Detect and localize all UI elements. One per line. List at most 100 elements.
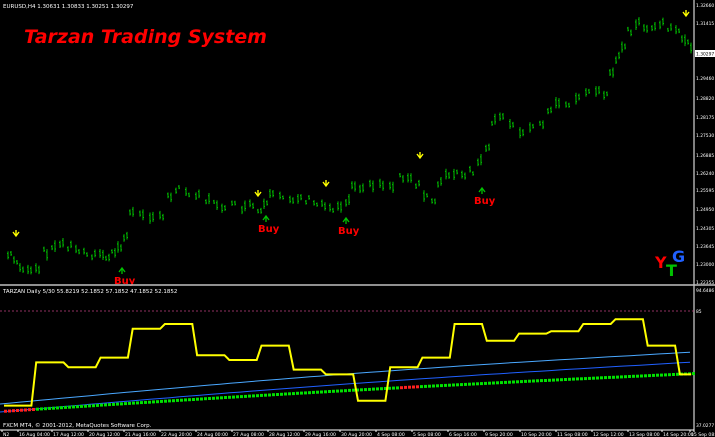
fast-line-dot — [124, 402, 127, 406]
logo-g: G — [672, 247, 685, 266]
fast-line-dot — [16, 409, 19, 412]
fast-line-dot — [560, 378, 563, 382]
fast-line-dot — [152, 400, 155, 404]
buy-signal-label: Buy — [258, 224, 280, 235]
fast-line-dot — [144, 400, 147, 404]
fast-line-dot — [216, 396, 219, 400]
fast-line-dot — [232, 395, 235, 399]
indicator-level-85: 85 — [696, 309, 702, 315]
fast-line-dot — [404, 385, 407, 389]
fast-line-dot — [484, 381, 487, 385]
fast-line-dot — [28, 408, 31, 412]
fast-line-dot — [520, 380, 523, 384]
time-label: 17 Aug 12:00 — [53, 432, 84, 437]
fast-line-dot — [568, 377, 571, 381]
fast-line-dot — [440, 384, 443, 388]
fast-line-dot — [408, 385, 411, 389]
fast-line-dot — [108, 403, 111, 407]
time-label: 24 Aug 00:00 — [197, 432, 228, 437]
price-level-label: 1.24950 — [696, 207, 714, 213]
fast-line-dot — [576, 377, 579, 381]
fast-line-dot — [532, 379, 535, 383]
price-level-label: 1.32660 — [696, 3, 714, 9]
fast-line-dot — [660, 373, 663, 377]
fast-line-dot — [544, 379, 547, 382]
fast-line-dot — [32, 408, 35, 411]
fast-line-dot — [312, 390, 315, 394]
fast-line-dot — [284, 392, 287, 396]
time-label: 9 Sep 20:00 — [485, 432, 513, 437]
fast-line-dot — [20, 408, 23, 412]
fast-line-dot — [460, 383, 463, 387]
fast-line-dot — [168, 399, 171, 403]
time-label: N2 — [3, 432, 9, 437]
fast-line-dot — [64, 405, 67, 409]
fast-line-dot — [76, 405, 79, 409]
fast-line-dot — [344, 389, 347, 393]
fast-line-dot — [528, 379, 531, 383]
fast-line-dot — [336, 389, 339, 393]
fast-line-dot — [60, 406, 63, 410]
indicator-level-top: 94.6486 — [696, 288, 714, 294]
fast-line-dot — [512, 380, 515, 384]
fast-line-dot — [552, 378, 555, 382]
fast-line-dot — [72, 405, 75, 409]
fast-line-dot — [468, 382, 471, 386]
fast-line-dot — [180, 398, 183, 402]
fast-line-dot — [272, 393, 275, 397]
price-level-label: 1.29460 — [696, 76, 714, 82]
fast-line-dot — [448, 383, 451, 387]
time-label: 12 Sep 12:00 — [593, 432, 624, 437]
fast-line-dot — [332, 389, 335, 393]
fast-line-dot — [48, 406, 51, 410]
fast-line-dot — [372, 387, 375, 391]
fast-line-dot — [84, 404, 87, 408]
fast-line-dot — [604, 376, 607, 380]
price-level-label: 1.27530 — [696, 133, 714, 139]
price-chart-pane[interactable]: EURUSD,H4 1.30631 1.30833 1.30251 1.3029… — [0, 0, 694, 287]
fast-line-dot — [400, 386, 403, 390]
price-level-label: 1.23645 — [696, 244, 714, 250]
fast-line-dot — [412, 385, 415, 389]
fast-line-dot — [256, 394, 259, 398]
fast-line-dot — [600, 376, 603, 380]
fast-line-dot — [648, 374, 651, 378]
current-price: 1.30297 — [696, 52, 714, 58]
fast-line-dot — [424, 384, 427, 388]
fast-line-dot — [668, 373, 671, 377]
fast-line-dot — [324, 390, 327, 394]
fast-line-dot — [52, 406, 55, 410]
fast-line-dot — [304, 391, 307, 395]
price-level-label: 1.23000 — [696, 262, 714, 268]
buy-signal-label: Buy — [338, 226, 360, 237]
price-level-label: 1.25595 — [696, 188, 714, 194]
time-label: 5 Sep 08:00 — [413, 432, 441, 437]
time-label: 22 Aug 20:00 — [161, 432, 192, 437]
trading-chart-window[interactable]: EURUSD,H4 1.30631 1.30833 1.30251 1.3029… — [0, 0, 715, 437]
fast-line-dot — [464, 382, 467, 386]
fast-line-dot — [264, 393, 267, 397]
fast-line-dot — [584, 377, 587, 381]
fast-line-dot — [392, 386, 395, 390]
fast-line-dot — [100, 403, 103, 407]
fast-line-dot — [364, 388, 367, 392]
price-level-label: 1.24305 — [696, 226, 714, 232]
fast-line-dot — [176, 398, 179, 402]
fast-line-dot — [148, 400, 151, 404]
fast-line-dot — [632, 374, 635, 378]
fast-line-dot — [504, 380, 507, 384]
fast-line-dot — [244, 394, 247, 398]
fast-line-dot — [476, 382, 479, 386]
fast-line-dot — [596, 376, 599, 380]
fast-line-dot — [644, 374, 647, 378]
fast-line-dot — [480, 382, 483, 386]
fast-line-dot — [580, 377, 583, 381]
time-label: 28 Aug 12:00 — [269, 432, 300, 437]
fast-line-dot — [592, 376, 595, 380]
time-label: 15 Sep 08:00 — [691, 432, 715, 437]
fast-line-dot — [488, 381, 491, 385]
fast-line-dot — [516, 380, 519, 384]
fast-line-dot — [508, 380, 511, 384]
fast-line-dot — [500, 381, 503, 385]
fast-line-dot — [548, 378, 551, 382]
